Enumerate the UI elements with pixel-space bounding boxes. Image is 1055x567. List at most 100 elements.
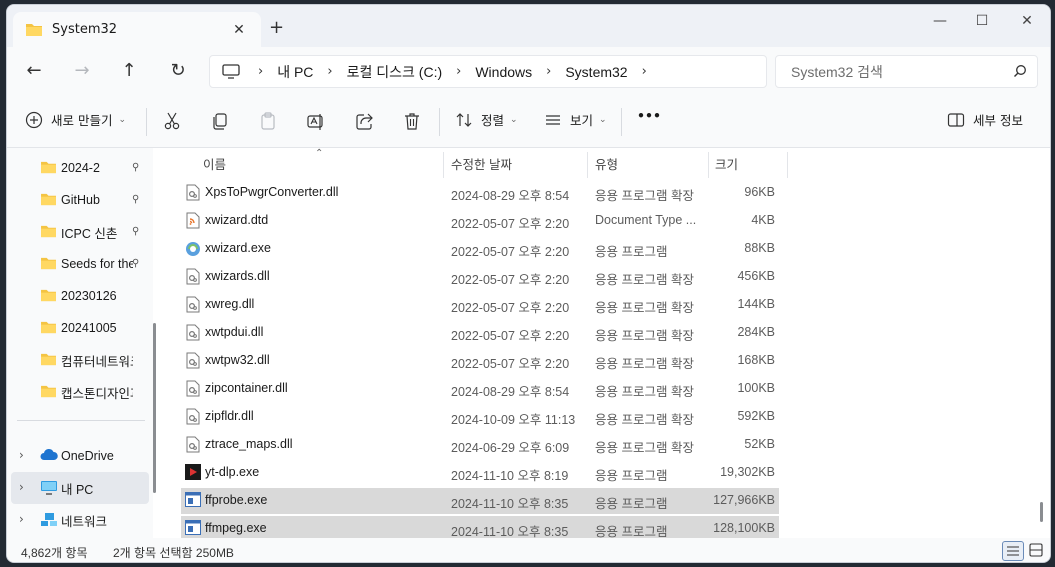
- file-row[interactable]: yt-dlp.exe 2024-11-10 오후 8:19 응용 프로그램 19,30…: [181, 460, 779, 486]
- chevron-right-icon[interactable]: ›: [19, 480, 24, 494]
- sidebar-item-캡스톤디자인과[interactable]: 캡스톤디자인과: [7, 376, 153, 408]
- file-size: 127,966KB: [713, 493, 775, 507]
- breadcrumb-local-disk[interactable]: 로컬 디스크 (C:): [347, 62, 443, 82]
- file-row[interactable]: ffprobe.exe 2024-11-10 오후 8:35 응용 프로그램 127,…: [181, 488, 779, 514]
- sidebar-item-label: OneDrive: [61, 449, 114, 463]
- back-arrow-icon[interactable]: ←: [23, 60, 45, 82]
- new-tab-button[interactable]: +: [269, 19, 284, 37]
- breadcrumb-system32[interactable]: System32: [565, 64, 627, 80]
- sidebar-scrollbar[interactable]: [153, 323, 156, 493]
- forward-arrow-icon[interactable]: →: [71, 60, 93, 82]
- delete-icon[interactable]: [402, 111, 422, 131]
- file-row[interactable]: xwizards.dll 2022-05-07 오후 2:20 응용 프로그램 확장…: [181, 264, 779, 290]
- refresh-icon[interactable]: ↻: [167, 60, 189, 82]
- tab-system32[interactable]: System32 ✕: [13, 12, 261, 47]
- sidebar-item-20241005[interactable]: 20241005: [7, 312, 153, 344]
- file-type: 응용 프로그램 확장: [595, 441, 694, 455]
- search-box[interactable]: System32 검색: [775, 55, 1038, 88]
- dll-file-icon: [185, 184, 201, 201]
- more-options-button[interactable]: •••: [637, 108, 661, 123]
- column-header-date[interactable]: 수정한 날짜: [451, 148, 512, 178]
- column-header-size[interactable]: 크기: [715, 148, 738, 178]
- maximize-button[interactable]: ☐: [967, 13, 997, 29]
- pin-icon: ⚲: [132, 226, 140, 237]
- file-size: 128,100KB: [713, 521, 775, 535]
- address-bar[interactable]: › 내 PC › 로컬 디스크 (C:) › Windows › System3…: [209, 55, 767, 88]
- plus-circle-icon: [25, 111, 43, 128]
- file-type: 응용 프로그램 확장: [595, 413, 694, 427]
- chevron-right-icon[interactable]: ›: [642, 64, 647, 79]
- sidebar-item-내-pc[interactable]: › 내 PC: [11, 472, 149, 504]
- rename-icon[interactable]: [306, 111, 326, 131]
- file-size: 100KB: [737, 381, 775, 395]
- copy-icon[interactable]: [210, 111, 230, 131]
- sidebar-item-onedrive[interactable]: › OneDrive: [7, 440, 153, 472]
- file-row[interactable]: XpsToPwgrConverter.dll 2024-08-29 오후 8:54…: [181, 180, 779, 206]
- tiles-view-button[interactable]: [1026, 541, 1048, 561]
- search-input[interactable]: System32 검색: [791, 62, 883, 82]
- file-row[interactable]: xwizard.dtd 2022-05-07 오후 2:20 Document Ty…: [181, 208, 779, 234]
- file-date: 2022-05-07 오후 2:20: [451, 329, 570, 343]
- folder-icon: [40, 320, 57, 337]
- tab-close-icon[interactable]: ✕: [231, 22, 247, 38]
- breadcrumb-windows[interactable]: Windows: [475, 64, 532, 80]
- file-row[interactable]: xwtpw32.dll 2022-05-07 오후 2:20 응용 프로그램 확장 1…: [181, 348, 779, 374]
- column-divider[interactable]: [443, 152, 444, 178]
- file-row[interactable]: xwtpdui.dll 2022-05-07 오후 2:20 응용 프로그램 확장 2…: [181, 320, 779, 346]
- view-button[interactable]: 보기 ⌄: [544, 110, 607, 129]
- chevron-down-icon: ⌄: [510, 114, 518, 125]
- file-size: 96KB: [744, 185, 775, 199]
- file-name: zipfldr.dll: [205, 409, 254, 423]
- sort-ascending-icon: ⌃: [315, 148, 324, 159]
- search-icon[interactable]: [1013, 64, 1027, 78]
- view-button-label: 보기: [570, 113, 594, 128]
- column-divider[interactable]: [787, 152, 788, 178]
- chevron-right-icon[interactable]: ›: [327, 64, 332, 79]
- cut-icon[interactable]: [162, 111, 182, 131]
- minimize-button[interactable]: —: [925, 13, 955, 29]
- sort-button[interactable]: 정렬 ⌄: [455, 110, 518, 129]
- chevron-right-icon[interactable]: ›: [456, 64, 461, 79]
- sidebar-item-label: Seeds for the: [61, 257, 133, 271]
- file-type: 응용 프로그램 확장: [595, 301, 694, 315]
- sidebar-item-20230126[interactable]: 20230126: [7, 280, 153, 312]
- new-button[interactable]: 새로 만들기 ⌄: [25, 110, 126, 129]
- file-size: 144KB: [737, 297, 775, 311]
- paste-icon[interactable]: [258, 111, 278, 131]
- file-list-scrollbar[interactable]: [1040, 502, 1043, 522]
- file-row[interactable]: zipcontainer.dll 2024-08-29 오후 8:54 응용 프로그…: [181, 376, 779, 402]
- chevron-right-icon[interactable]: ›: [258, 64, 263, 79]
- sidebar-item-icpc-신촌[interactable]: ICPC 신촌 ⚲: [7, 216, 153, 248]
- file-row[interactable]: xwreg.dll 2022-05-07 오후 2:20 응용 프로그램 확장 144…: [181, 292, 779, 318]
- chevron-right-icon[interactable]: ›: [546, 64, 551, 79]
- folder-icon: [40, 224, 57, 241]
- up-arrow-icon[interactable]: ↑: [118, 60, 140, 82]
- details-view-button[interactable]: [1002, 541, 1024, 561]
- file-type: 응용 프로그램: [595, 469, 668, 483]
- file-row[interactable]: ztrace_maps.dll 2024-06-29 오후 6:09 응용 프로그램…: [181, 432, 779, 458]
- chevron-right-icon[interactable]: ›: [19, 512, 24, 526]
- sidebar-item-네트워크[interactable]: › 네트워크: [7, 504, 153, 536]
- column-header-name[interactable]: 이름: [203, 148, 226, 178]
- sidebar-item-github[interactable]: GitHub ⚲: [7, 184, 153, 216]
- file-type: 응용 프로그램 확장: [595, 273, 694, 287]
- column-divider[interactable]: [587, 152, 588, 178]
- dll-file-icon: [185, 436, 201, 453]
- file-name: xwizard.dtd: [205, 213, 269, 227]
- sidebar-item-2024-2[interactable]: 2024-2 ⚲: [7, 152, 153, 184]
- file-row[interactable]: xwizard.exe 2022-05-07 오후 2:20 응용 프로그램 88KB: [181, 236, 779, 262]
- folder-icon: [40, 160, 57, 177]
- chevron-right-icon[interactable]: ›: [19, 448, 24, 462]
- exe-app-icon: [185, 520, 201, 537]
- details-pane-icon: [947, 112, 965, 127]
- column-header-type[interactable]: 유형: [595, 148, 618, 178]
- close-window-button[interactable]: ✕: [1012, 13, 1042, 29]
- share-icon[interactable]: [354, 111, 374, 131]
- sidebar-item-컴퓨터네트워크[interactable]: 컴퓨터네트워크: [7, 344, 153, 376]
- file-name: xwizards.dll: [205, 269, 270, 283]
- file-row[interactable]: zipfldr.dll 2024-10-09 오후 11:13 응용 프로그램 확장…: [181, 404, 779, 430]
- sidebar-item-seeds-for-the[interactable]: Seeds for the ⚲: [7, 248, 153, 280]
- column-divider[interactable]: [708, 152, 709, 178]
- details-pane-button[interactable]: 세부 정보: [947, 110, 1023, 129]
- breadcrumb-my-pc[interactable]: 내 PC: [277, 62, 313, 82]
